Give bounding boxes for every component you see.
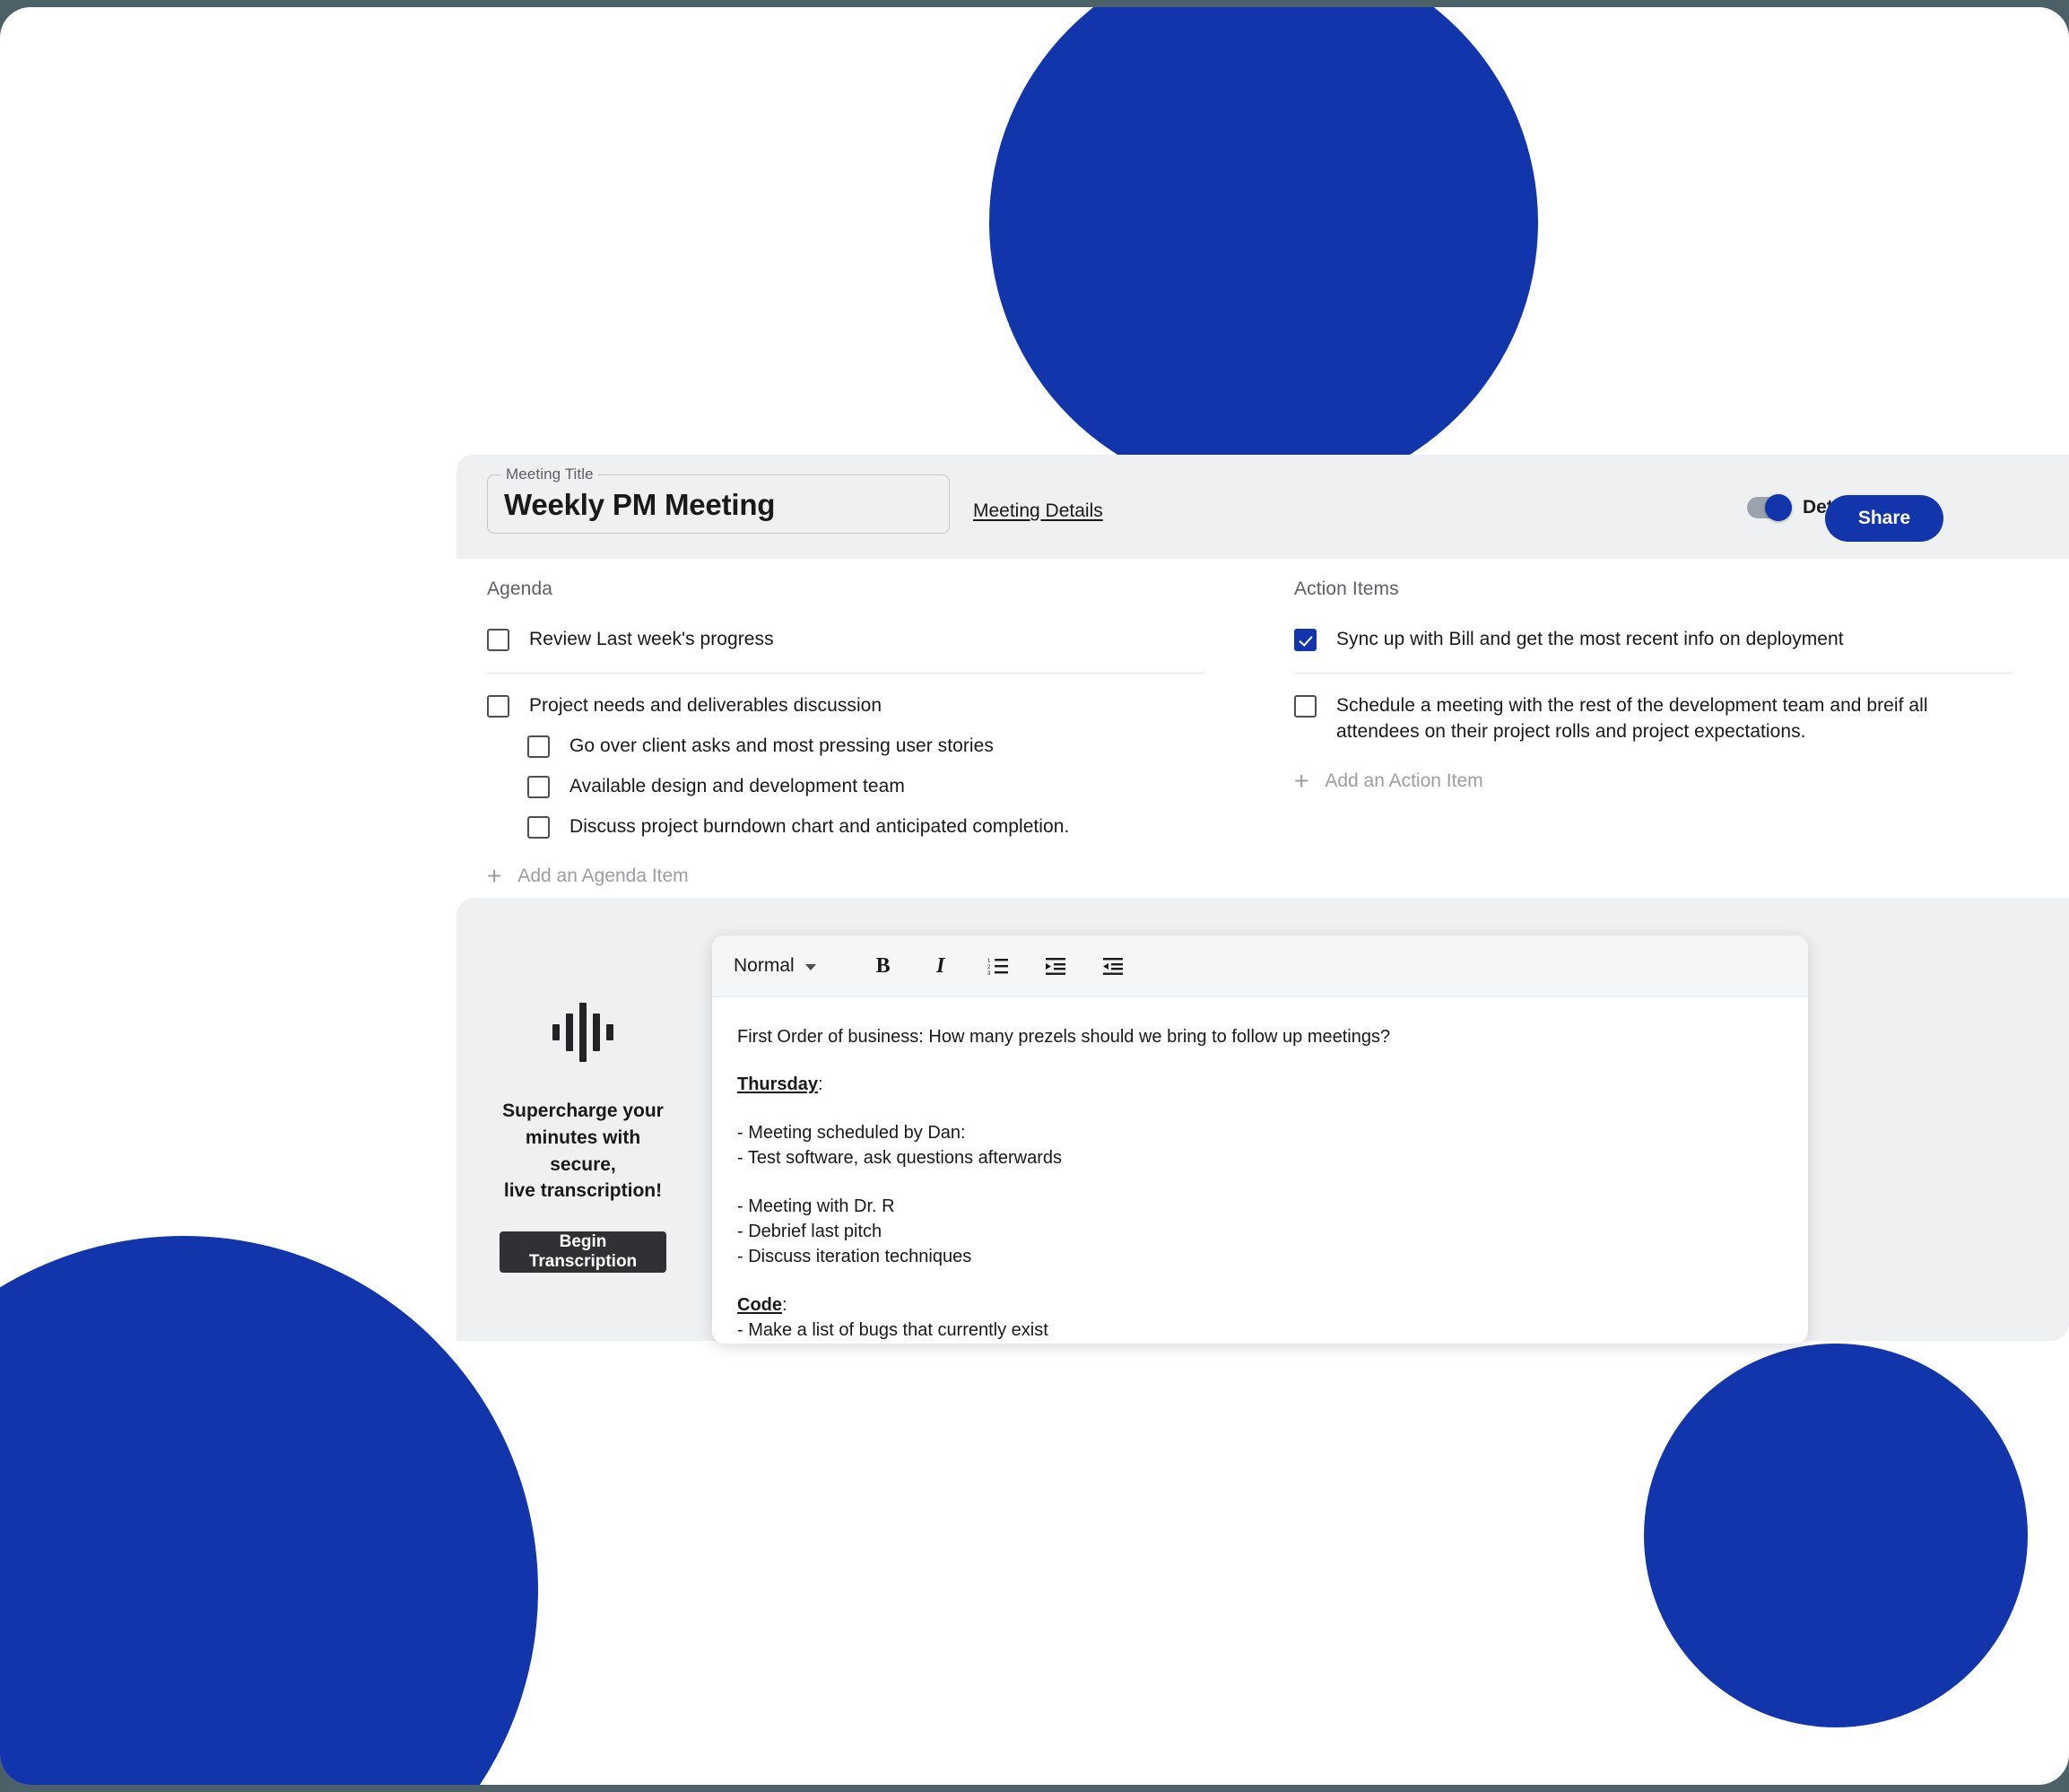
editor-paragraph-thursday-a: - Meeting scheduled by Dan: - Test softw… bbox=[737, 1120, 1783, 1171]
promo-line-1: Supercharge your bbox=[502, 1100, 664, 1121]
editor-paragraph-intro: First Order of business: How many prezel… bbox=[737, 1027, 1391, 1047]
agenda-subitem[interactable]: Go over client asks and most pressing us… bbox=[527, 726, 1204, 767]
action-divider bbox=[1294, 672, 2012, 674]
meeting-title-legend: Meeting Title bbox=[501, 465, 598, 483]
agenda-checkbox[interactable] bbox=[527, 775, 550, 798]
thursday-line-3: - Meeting with Dr. R bbox=[737, 1196, 895, 1216]
editor-paragraph-thursday-b: - Meeting with Dr. R - Debrief last pitc… bbox=[737, 1194, 1783, 1270]
thursday-heading-text: Thursday bbox=[737, 1074, 819, 1095]
agenda-subitem[interactable]: Available design and development team bbox=[527, 767, 1204, 807]
agenda-item[interactable]: Review Last week's progress bbox=[487, 620, 1204, 660]
chevron-down-icon bbox=[804, 964, 816, 970]
agenda-section-label: Agenda bbox=[487, 578, 553, 599]
transcription-promo: Supercharge your minutes with secure, li… bbox=[498, 1001, 668, 1274]
svg-text:2: 2 bbox=[987, 965, 991, 970]
meeting-title-value: Weekly PM Meeting bbox=[504, 488, 776, 521]
thursday-line-1: - Meeting scheduled by Dan: bbox=[737, 1122, 966, 1143]
code-colon: : bbox=[782, 1294, 787, 1315]
plus-icon: + bbox=[1294, 766, 1309, 795]
italic-icon[interactable]: I bbox=[926, 951, 956, 981]
add-action-item-button[interactable]: + Add an Action Item bbox=[1294, 766, 2012, 795]
meeting-details-link[interactable]: Meeting Details bbox=[973, 500, 1103, 522]
text-style-dropdown[interactable]: Normal bbox=[734, 955, 816, 977]
action-item-label: Sync up with Bill and get the most recen… bbox=[1336, 629, 1844, 649]
agenda-item-label: Project needs and deliverables discussio… bbox=[529, 694, 882, 716]
action-item[interactable]: Sync up with Bill and get the most recen… bbox=[1294, 620, 2012, 660]
thursday-line-5: - Discuss iteration techniques bbox=[737, 1247, 972, 1267]
editor-heading-thursday: Thursday: bbox=[737, 1072, 1783, 1097]
code-line-1: - Make a list of bugs that currently exi… bbox=[737, 1320, 1048, 1341]
editor-paragraph-code: Code: - Make a list of bugs that current… bbox=[737, 1292, 1783, 1344]
action-item-label: Schedule a meeting with the rest of the … bbox=[1336, 694, 1928, 742]
page-canvas: Meeting Title Weekly PM Meeting Agenda R… bbox=[0, 7, 2069, 1785]
agenda-checkbox[interactable] bbox=[527, 735, 550, 758]
agenda-item-label: Available design and development team bbox=[569, 775, 905, 796]
numbered-list-icon[interactable]: 1 2 3 bbox=[983, 951, 1013, 981]
plus-icon: + bbox=[487, 861, 502, 890]
agenda-divider bbox=[487, 672, 1204, 674]
transcription-promo-text: Supercharge your minutes with secure, li… bbox=[498, 1098, 668, 1205]
thursday-colon: : bbox=[818, 1074, 823, 1095]
decorative-halfcircle-right bbox=[1644, 1344, 2028, 1727]
notes-editor-card: Normal B I 1 2 3 First Order of business… bbox=[712, 935, 1808, 1344]
meeting-title-field[interactable]: Meeting Title Weekly PM Meeting bbox=[487, 465, 950, 534]
editor-toolbar: Normal B I 1 2 3 bbox=[712, 935, 1808, 997]
begin-transcription-button[interactable]: Begin Transcription bbox=[500, 1231, 666, 1274]
add-agenda-item-button[interactable]: + Add an Agenda Item bbox=[487, 861, 1204, 890]
bold-icon[interactable]: B bbox=[868, 951, 899, 981]
agenda-item-label: Review Last week's progress bbox=[529, 629, 774, 649]
indent-decrease-icon[interactable] bbox=[1098, 951, 1128, 981]
agenda-subitem[interactable]: Discuss project burndown chart and antic… bbox=[527, 807, 1204, 848]
promo-line-3: live transcription! bbox=[503, 1180, 663, 1202]
share-button[interactable]: Share bbox=[1825, 495, 1943, 542]
text-style-value: Normal bbox=[734, 955, 795, 976]
detailed-view-toggle[interactable] bbox=[1747, 494, 1792, 521]
action-checkbox[interactable] bbox=[1294, 694, 1317, 718]
add-action-item-label: Add an Action Item bbox=[1325, 770, 1483, 791]
agenda-checkbox[interactable] bbox=[487, 629, 509, 651]
add-agenda-item-label: Add an Agenda Item bbox=[517, 865, 689, 886]
thursday-line-4: - Debrief last pitch bbox=[737, 1221, 882, 1241]
action-items-section-label: Action Items bbox=[1294, 578, 1399, 599]
agenda-checkbox[interactable] bbox=[487, 694, 509, 718]
thursday-line-2: - Test software, ask questions afterward… bbox=[737, 1148, 1063, 1169]
editor-content[interactable]: First Order of business: How many prezel… bbox=[712, 997, 1808, 1344]
indent-increase-icon[interactable] bbox=[1040, 951, 1071, 981]
agenda-checkbox[interactable] bbox=[527, 815, 550, 839]
waveform-icon bbox=[498, 1001, 668, 1064]
agenda-item-label: Discuss project burndown chart and antic… bbox=[569, 815, 1070, 837]
action-item[interactable]: Schedule a meeting with the rest of the … bbox=[1294, 686, 2012, 752]
action-items-column: Action Items Sync up with Bill and get t… bbox=[1294, 578, 2012, 794]
promo-line-2: minutes with secure, bbox=[525, 1127, 641, 1175]
decorative-circle-top bbox=[989, 7, 1538, 497]
agenda-item[interactable]: Project needs and deliverables discussio… bbox=[487, 686, 1204, 726]
svg-text:1: 1 bbox=[987, 959, 991, 964]
toggle-knob bbox=[1765, 494, 1792, 521]
code-heading-text: Code bbox=[737, 1294, 782, 1315]
svg-text:3: 3 bbox=[987, 971, 991, 977]
agenda-item-label: Go over client asks and most pressing us… bbox=[569, 735, 994, 756]
action-checkbox[interactable] bbox=[1294, 629, 1317, 651]
agenda-column: Agenda Review Last week's progress Proje… bbox=[487, 578, 1204, 889]
